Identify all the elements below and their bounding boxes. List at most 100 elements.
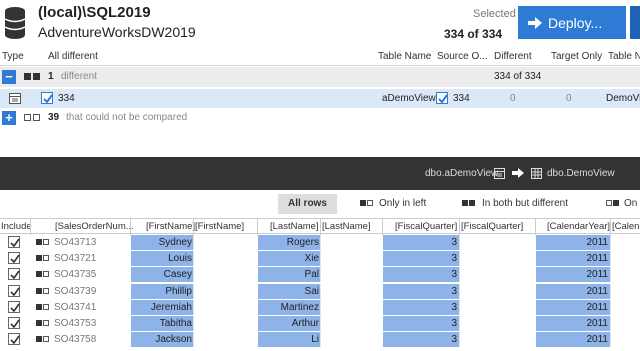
include-checkbox[interactable] — [8, 284, 20, 297]
cell-first-name: Sydney — [158, 237, 192, 248]
cell-sales-order: SO43721 — [54, 253, 97, 265]
cell-calendar-year: 2011 — [586, 301, 608, 313]
cell-empty — [610, 235, 640, 250]
filled-square-icon — [33, 73, 40, 80]
compare-bar: dbo.aDemoView dbo.DemoView — [0, 157, 640, 190]
table-row[interactable]: SO43739 Phillip Sai 3 2011 — [0, 283, 640, 300]
include-checkbox[interactable] — [8, 252, 20, 265]
filled-square-icon — [36, 320, 42, 326]
source-checkbox[interactable] — [436, 92, 448, 104]
tab-all-rows[interactable]: All rows — [278, 194, 337, 214]
cell-empty — [193, 316, 257, 331]
collapse-icon[interactable]: − — [2, 70, 16, 84]
empty-square-icon — [43, 239, 49, 245]
cell-last-name: Arthur — [291, 318, 319, 329]
cell-empty — [459, 332, 535, 348]
view-icon — [494, 168, 505, 179]
arrow-right-icon — [528, 17, 542, 29]
table-row[interactable]: SO43713 Sydney Rogers 3 2011 — [0, 235, 640, 251]
filled-square-icon — [36, 239, 42, 245]
grid-col-fiscal-right[interactable]: [FiscalQuarter] — [461, 221, 523, 232]
col-table-name[interactable]: Table Name — [378, 51, 431, 62]
row-filter-tabs: All rows Only in left In both but differ… — [0, 191, 640, 217]
group-count: 39 — [48, 112, 60, 123]
row-different: 0 — [510, 93, 516, 104]
filled-square-icon — [36, 303, 42, 310]
cell-empty — [610, 251, 640, 267]
cell-sales-order: SO43735 — [54, 269, 97, 281]
group-not-compared[interactable]: + 39 that could not be compared — [0, 108, 640, 128]
deploy-button[interactable]: Deploy... — [518, 6, 626, 39]
cell-first-name: Tabitha — [159, 318, 192, 329]
grid-header: Include [SalesOrderNum... [FirstName] [F… — [0, 218, 640, 235]
arrow-right-icon — [512, 168, 524, 178]
col-table-name-target[interactable]: Table N — [608, 51, 640, 62]
cell-empty — [459, 235, 535, 250]
selected-label: Selected — [473, 8, 516, 20]
grid-col-first-name-left[interactable]: [FirstName] — [146, 221, 195, 232]
grid-col-calendar-right[interactable]: [Calen — [612, 221, 639, 232]
filled-square-icon — [36, 287, 42, 294]
cell-last-name: Li — [311, 334, 319, 346]
empty-square-icon — [33, 114, 40, 121]
database-name: AdventureWorksDW2019 — [38, 24, 196, 40]
cell-last-name: Rogers — [286, 237, 319, 248]
cell-calendar-year: 2011 — [586, 253, 608, 265]
tab-label: On — [624, 198, 638, 209]
grid-col-sales-order[interactable]: [SalesOrderNum... — [55, 221, 134, 232]
compare-source: dbo.aDemoView — [425, 168, 499, 179]
cell-sales-order: SO43713 — [54, 237, 97, 248]
include-checkbox[interactable] — [8, 300, 20, 313]
grid-col-fiscal-left[interactable]: [FiscalQuarter] — [395, 221, 457, 232]
cell-sales-order: SO43753 — [54, 318, 97, 329]
table-row[interactable]: SO43753 Tabitha Arthur 3 2011 — [0, 316, 640, 332]
empty-square-icon — [43, 303, 49, 310]
tab-in-both-different[interactable]: In both but different — [456, 194, 606, 214]
cell-empty — [320, 316, 382, 331]
col-source-object[interactable]: Source O... — [437, 51, 488, 62]
table-row[interactable]: SO43758 Jackson Li 3 2011 — [0, 332, 640, 349]
col-target-only[interactable]: Target Only — [551, 51, 602, 62]
empty-square-icon — [24, 114, 31, 121]
grid-col-calendar-left[interactable]: [CalendarYear] — [547, 221, 610, 232]
comparison-row[interactable]: 334 aDemoView 334 0 0 DemoVi — [0, 89, 640, 108]
filled-square-icon — [469, 200, 475, 206]
include-checkbox[interactable] — [8, 317, 20, 329]
table-row[interactable]: SO43721 Louis Xie 3 2011 — [0, 251, 640, 268]
col-type[interactable]: Type — [2, 51, 24, 62]
cell-first-name: Casey — [163, 269, 192, 281]
group-count: 1 — [48, 71, 54, 82]
grid-col-first-name-right[interactable]: [FirstName] — [195, 221, 244, 232]
cell-empty — [193, 235, 257, 250]
table-row[interactable]: SO43741 Jeremiah Martinez 3 2011 — [0, 299, 640, 316]
empty-square-icon — [606, 200, 612, 206]
cell-empty — [320, 251, 382, 267]
grid-col-include[interactable]: Include — [1, 221, 32, 232]
col-all-different[interactable]: All different — [48, 51, 98, 62]
cell-last-name: Sai — [304, 285, 319, 297]
table-row[interactable]: SO43735 Casey Pal 3 2011 — [0, 267, 640, 284]
empty-square-icon — [43, 320, 49, 326]
tab-only-in-left[interactable]: Only in left — [352, 194, 442, 214]
row-checkbox[interactable] — [41, 92, 53, 104]
cell-fiscal-quarter: 3 — [451, 285, 457, 297]
grid-col-last-name-left[interactable]: [LastName] — [270, 221, 319, 232]
deploy-dropdown-button[interactable] — [630, 6, 640, 39]
tab-only-in-right[interactable]: On — [604, 194, 640, 214]
grid-col-last-name-right[interactable]: [LastName] — [322, 221, 371, 232]
filled-square-icon — [24, 73, 31, 80]
cell-fiscal-quarter: 3 — [451, 318, 457, 329]
cell-empty — [193, 299, 257, 315]
cell-first-name: Jeremiah — [150, 301, 192, 313]
cell-empty — [320, 332, 382, 348]
include-checkbox[interactable] — [8, 236, 20, 248]
expand-icon[interactable]: + — [2, 111, 16, 125]
table-icon — [531, 168, 542, 179]
compare-target: dbo.DemoView — [547, 168, 615, 179]
group-different[interactable]: − 1 different 334 of 334 — [0, 67, 640, 87]
col-different[interactable]: Different — [494, 51, 532, 62]
include-checkbox[interactable] — [8, 268, 20, 281]
include-checkbox[interactable] — [8, 333, 20, 346]
cell-empty — [610, 267, 640, 283]
cell-empty — [610, 299, 640, 315]
